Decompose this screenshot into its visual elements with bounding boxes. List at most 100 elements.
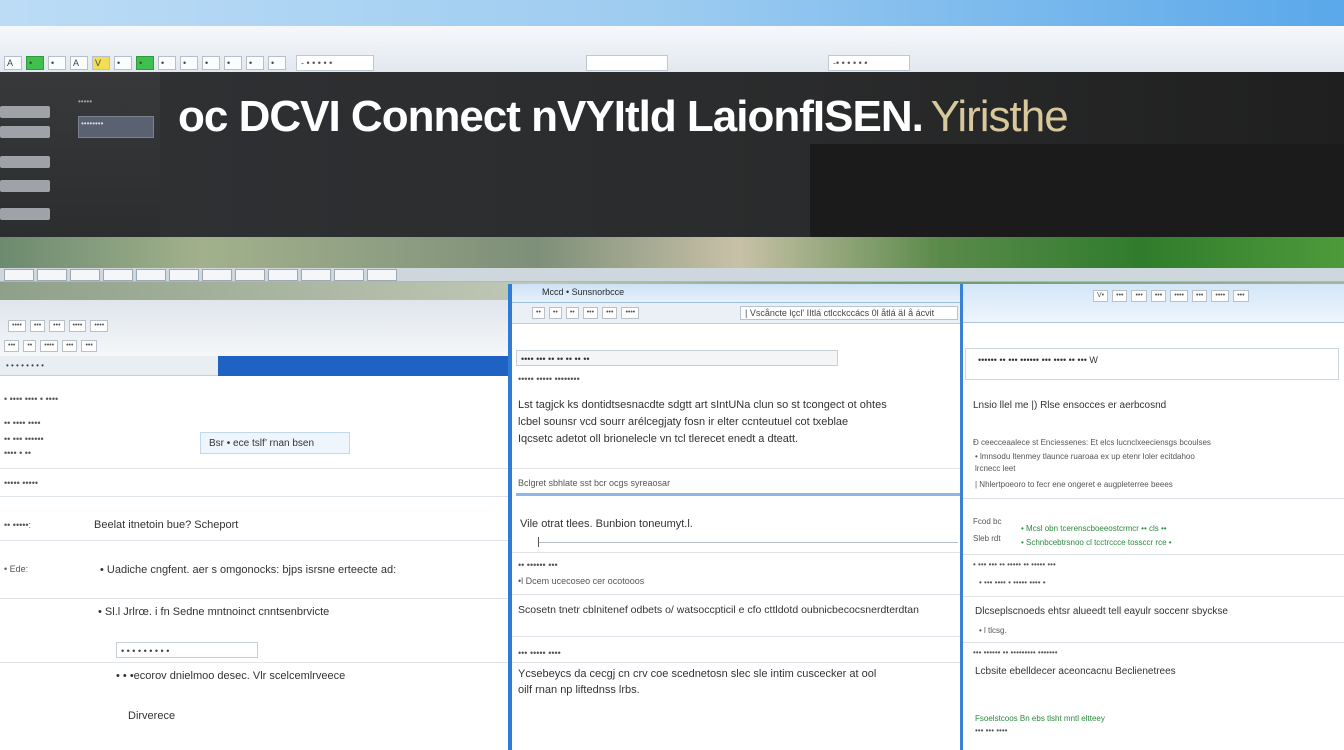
divider: [0, 662, 508, 663]
banner-title-main: oc DCVI Connect nVYItld LaionfISEN.: [178, 92, 924, 141]
strip-tab[interactable]: [37, 269, 67, 281]
right-tab[interactable]: •••: [1150, 290, 1167, 302]
left-window-header: •••• ••• ••• •••• •••• ••• •• •••• ••• •…: [0, 300, 508, 357]
strip-tab[interactable]: [103, 269, 133, 281]
strip-tab[interactable]: [235, 269, 265, 281]
left-row-text: • Sl.l Jrlrœ. i fn Sedne mntnoinct cnnts…: [98, 606, 330, 618]
right-label: Fcod bc: [973, 517, 1002, 526]
tool-button[interactable]: ••: [532, 307, 545, 319]
middle-label: ••• ••••• ••••: [518, 648, 561, 658]
right-tab[interactable]: •••: [1192, 290, 1208, 302]
toolbar-button[interactable]: •: [136, 56, 154, 70]
desktop-sky: [0, 0, 1344, 26]
divider: [512, 468, 960, 469]
hero-banner: ••••• •••••••• oc DCVI Connect nVYItld L…: [0, 72, 1344, 237]
toolbar-button[interactable]: •: [26, 56, 44, 70]
right-tab[interactable]: ••••: [1170, 290, 1189, 302]
left-tab[interactable]: ••••: [90, 320, 109, 332]
toolbar-button[interactable]: A: [4, 56, 22, 70]
left-tab[interactable]: •••: [29, 320, 46, 332]
strip-tab[interactable]: [169, 269, 199, 281]
tool-button[interactable]: ••••: [621, 307, 640, 319]
sidebar-line: [0, 208, 50, 220]
right-tab[interactable]: ••••: [1211, 290, 1230, 302]
sidebar-line: [0, 106, 50, 118]
middle-subheader: ••••• ••••• ••••••••: [518, 374, 580, 384]
sidebar-top-label: •••••: [78, 97, 93, 106]
banner-title-tail: Yiristhe: [922, 92, 1069, 141]
sidebar-line: [0, 126, 50, 138]
strip-tab[interactable]: [367, 269, 397, 281]
toolbar-button[interactable]: •: [180, 56, 198, 70]
divider: [0, 540, 508, 541]
strip-tab[interactable]: [70, 269, 100, 281]
right-tab[interactable]: •••: [1131, 290, 1147, 302]
right-header-bar: •••••• •• ••• •••••• ••• •••• •• ••• W: [965, 348, 1339, 380]
middle-row-text: Scosetn tnetr cblnitenef odbets o/ watso…: [518, 604, 919, 616]
middle-header-bar: •••• ••• •• •• •• •• ••: [516, 350, 838, 366]
sidebar-box[interactable]: ••••••••: [78, 116, 154, 138]
strip-tab[interactable]: [4, 269, 34, 281]
toolbar-button[interactable]: •: [246, 56, 264, 70]
left-subtab[interactable]: ••: [23, 340, 37, 352]
right-line: • lmnsodu ltenmey tlaunce ruaroaa ex up …: [975, 452, 1195, 461]
strip-tab[interactable]: [268, 269, 298, 281]
address-field[interactable]: | Vscåncte lçcl' IItlá ctlcckccács 0l åt…: [740, 306, 958, 320]
middle-slider[interactable]: [538, 537, 958, 547]
left-subtab[interactable]: •••: [4, 340, 20, 352]
right-tabs: V• ••• ••• ••• •••• ••• •••• •••: [1093, 290, 1249, 302]
tool-button[interactable]: •••: [582, 307, 599, 319]
toolbar-field-left[interactable]: - • • • • •: [296, 55, 374, 71]
strip-tab[interactable]: [202, 269, 232, 281]
left-subtab[interactable]: •••: [81, 340, 97, 352]
divider: [0, 468, 508, 469]
tool-button[interactable]: •••: [602, 307, 618, 319]
middle-row-text: oilf rnan np liftednss lrbs.: [518, 684, 640, 696]
strip-tab[interactable]: [136, 269, 166, 281]
tool-button[interactable]: ••: [565, 307, 579, 319]
taskbar-strip: [0, 268, 1344, 282]
right-line: • l tlcsg.: [979, 626, 1007, 635]
right-label: Sleb rdt: [973, 534, 1001, 543]
left-info-box[interactable]: Bsr • ece tslf’ rnan bsen: [200, 432, 350, 454]
strip-tab[interactable]: [301, 269, 331, 281]
middle-tools: •• •• •• ••• ••• ••••: [532, 307, 640, 319]
toolbar-button[interactable]: A: [70, 56, 88, 70]
left-tab[interactable]: ••••: [8, 320, 26, 332]
right-label: • ••• ••• •• ••••• •• ••••• •••: [973, 560, 1056, 569]
right-tab[interactable]: •••: [1233, 290, 1249, 302]
sidebar-line: [0, 156, 50, 168]
toolbar-button[interactable]: •: [158, 56, 176, 70]
middle-window-title: Mccd • Sunsnorbcce: [542, 287, 625, 297]
middle-window-titlebar: Mccd • Sunsnorbcce: [512, 284, 960, 303]
toolbar-button[interactable]: •: [202, 56, 220, 70]
left-input-field[interactable]: • • • • • • • • •: [116, 642, 258, 658]
strip-tab[interactable]: [334, 269, 364, 281]
right-tab[interactable]: V•: [1093, 290, 1109, 302]
toolbar-button[interactable]: •: [224, 56, 242, 70]
right-window: V• ••• ••• ••• •••• ••• •••• ••• •••••• …: [960, 284, 1344, 750]
toolbar-button[interactable]: •: [268, 56, 286, 70]
toolbar-button[interactable]: •: [48, 56, 66, 70]
left-label: •••• • ••: [4, 448, 32, 458]
right-tab[interactable]: •••: [1112, 290, 1128, 302]
toolbar-button[interactable]: V: [92, 56, 110, 70]
left-tab[interactable]: ••••: [68, 320, 87, 332]
middle-section-title: Bclgret sbhlate sst bcr ocgs syreaosar: [518, 478, 671, 488]
toolbar-field-right[interactable]: -• • • • • •: [828, 55, 910, 71]
middle-window: Mccd • Sunsnorbcce •• •• •• ••• ••• ••••…: [508, 284, 960, 750]
left-subtab[interactable]: •••: [62, 340, 78, 352]
right-line: | Nhlertpoeoro to fecr ene ongeret e aug…: [975, 480, 1173, 489]
toolbar-field-middle[interactable]: [586, 55, 668, 71]
left-label: •• •••• ••••: [4, 418, 41, 428]
right-line: Ð ceecceaalece st Enciessenes: Et elcs l…: [973, 438, 1211, 447]
middle-label: •• •••••• •••: [518, 560, 558, 570]
left-tab[interactable]: •••: [49, 320, 65, 332]
left-blue-bar: [218, 356, 508, 376]
left-subtab[interactable]: ••••: [40, 340, 59, 352]
toolbar-button[interactable]: •: [114, 56, 132, 70]
sidebar-line: [0, 180, 50, 192]
row-label: •• •••••:: [4, 520, 32, 530]
tool-button[interactable]: ••: [548, 307, 562, 319]
left-window: •••• ••• ••• •••• •••• ••• •• •••• ••• •…: [0, 300, 508, 750]
